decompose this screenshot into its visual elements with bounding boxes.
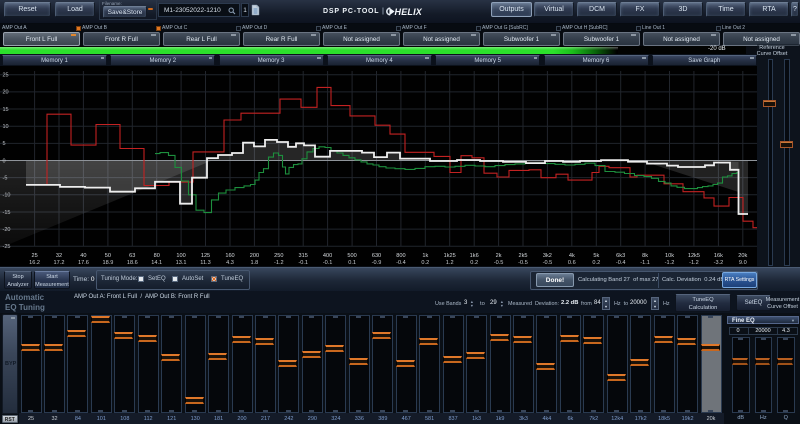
svg-text:6k3: 6k3 — [616, 253, 625, 259]
svg-text:500: 500 — [347, 253, 356, 259]
svg-text:1.8: 1.8 — [251, 260, 259, 266]
svg-text:315: 315 — [299, 253, 308, 259]
svg-text:2k5: 2k5 — [518, 253, 527, 259]
svg-text:16k: 16k — [714, 253, 723, 259]
svg-text:125: 125 — [201, 253, 210, 259]
svg-text:-1.1: -1.1 — [640, 260, 650, 266]
svg-text:-15: -15 — [3, 210, 11, 216]
svg-text:11.3: 11.3 — [200, 260, 210, 266]
svg-text:16.2: 16.2 — [29, 260, 40, 266]
svg-text:-1.2: -1.2 — [689, 260, 699, 266]
svg-text:200: 200 — [250, 253, 259, 259]
svg-text:50: 50 — [105, 253, 111, 259]
svg-text:10k: 10k — [665, 253, 674, 259]
svg-text:18.9: 18.9 — [102, 260, 113, 266]
svg-text:4.3: 4.3 — [226, 260, 234, 266]
svg-text:-1.2: -1.2 — [665, 260, 675, 266]
svg-text:63: 63 — [129, 253, 135, 259]
svg-text:-0.4: -0.4 — [616, 260, 626, 266]
svg-text:40: 40 — [80, 253, 86, 259]
svg-text:1k: 1k — [422, 253, 428, 259]
svg-text:13.1: 13.1 — [176, 260, 187, 266]
svg-text:-0.1: -0.1 — [298, 260, 308, 266]
svg-text:80: 80 — [154, 253, 160, 259]
svg-text:-0.9: -0.9 — [372, 260, 382, 266]
svg-text:-0.5: -0.5 — [494, 260, 504, 266]
svg-text:32: 32 — [56, 253, 62, 259]
svg-text:160: 160 — [225, 253, 234, 259]
svg-text:0.1: 0.1 — [348, 260, 356, 266]
svg-text:-5: -5 — [3, 175, 8, 181]
svg-text:-20: -20 — [3, 227, 11, 233]
svg-text:0.2: 0.2 — [470, 260, 478, 266]
svg-text:-0.5: -0.5 — [543, 260, 553, 266]
svg-text:-25: -25 — [3, 244, 11, 250]
svg-text:4k: 4k — [569, 253, 575, 259]
svg-text:5: 5 — [3, 141, 6, 147]
svg-text:25: 25 — [31, 253, 37, 259]
svg-text:0.2: 0.2 — [421, 260, 429, 266]
svg-text:-1.2: -1.2 — [274, 260, 284, 266]
svg-text:630: 630 — [372, 253, 381, 259]
svg-text:15: 15 — [3, 107, 9, 113]
svg-text:250: 250 — [274, 253, 283, 259]
svg-text:17.6: 17.6 — [78, 260, 89, 266]
svg-text:0.6: 0.6 — [568, 260, 576, 266]
svg-text:0.2: 0.2 — [592, 260, 600, 266]
svg-text:25: 25 — [3, 73, 9, 79]
svg-text:8k: 8k — [642, 253, 648, 259]
svg-text:-0.5: -0.5 — [518, 260, 528, 266]
svg-text:-3.2: -3.2 — [714, 260, 724, 266]
svg-text:-0.4: -0.4 — [396, 260, 406, 266]
svg-text:1k6: 1k6 — [470, 253, 479, 259]
svg-text:100: 100 — [176, 253, 185, 259]
svg-text:-0.1: -0.1 — [323, 260, 333, 266]
svg-text:1k25: 1k25 — [444, 253, 456, 259]
svg-text:9.0: 9.0 — [739, 260, 747, 266]
svg-text:1.2: 1.2 — [446, 260, 454, 266]
svg-text:5k: 5k — [593, 253, 599, 259]
svg-text:20: 20 — [3, 90, 9, 96]
svg-text:HELIX: HELIX — [395, 7, 423, 17]
svg-text:10: 10 — [3, 124, 9, 130]
svg-text:3k2: 3k2 — [543, 253, 552, 259]
svg-text:0: 0 — [3, 158, 6, 164]
svg-text:400: 400 — [323, 253, 332, 259]
svg-text:17.2: 17.2 — [54, 260, 65, 266]
svg-text:12k5: 12k5 — [688, 253, 700, 259]
svg-text:14.1: 14.1 — [151, 260, 162, 266]
svg-text:-10: -10 — [3, 193, 11, 199]
svg-text:800: 800 — [396, 253, 405, 259]
svg-text:2k: 2k — [496, 253, 502, 259]
svg-text:18.6: 18.6 — [127, 260, 138, 266]
svg-text:20k: 20k — [738, 253, 747, 259]
